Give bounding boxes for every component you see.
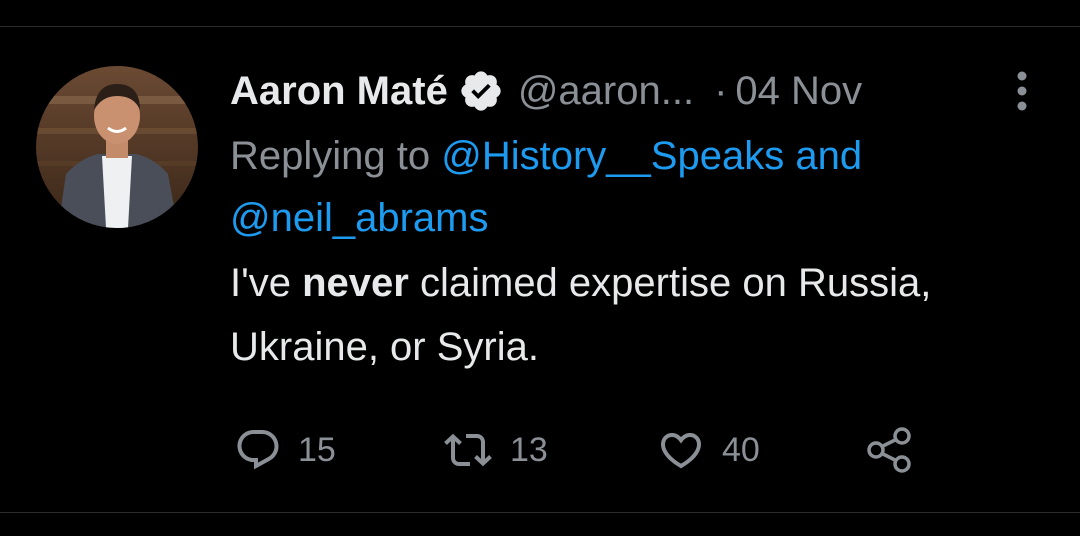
retweet-icon [442,426,494,474]
heart-icon [656,426,706,474]
replying-to: Replying to @History__Speaks and @neil_a… [230,125,1030,249]
like-button[interactable]: 40 [656,426,760,474]
verified-badge-icon [458,68,504,114]
mention-history-speaks[interactable]: @History__Speaks [441,134,784,178]
tweet-header: Aaron Maté @aaron... · 04 Nov [230,62,1030,120]
share-icon [864,426,914,474]
tweet-text: I've never claimed expertise on Russia, … [230,251,950,379]
mention-and[interactable]: and [795,134,862,178]
bottom-divider [0,512,1080,513]
retweet-count: 13 [510,430,548,469]
top-divider [0,26,1080,27]
avatar-photo-icon [36,66,198,228]
tweet-content: Aaron Maté @aaron... · 04 Nov Replying t… [230,62,1030,379]
timestamp[interactable]: 04 Nov [735,69,862,114]
more-options-icon[interactable] [1016,68,1028,114]
like-count: 40 [722,430,760,469]
tweet-text-bold: never [302,261,409,305]
comment-icon [234,426,282,474]
reply-button[interactable]: 15 [234,426,336,474]
tweet-text-part-1: I've [230,261,303,305]
share-button[interactable] [864,426,914,474]
reply-count: 15 [298,430,336,469]
mention-neil-abrams[interactable]: @neil_abrams [230,196,489,240]
replying-to-label: Replying to [230,134,431,178]
retweet-button[interactable]: 13 [442,426,548,474]
display-name[interactable]: Aaron Maté [230,69,448,114]
tweet-actions: 15 13 40 [234,426,934,482]
separator-dot: · [714,68,728,113]
avatar[interactable] [36,66,198,228]
user-handle[interactable]: @aaron... [518,69,694,114]
